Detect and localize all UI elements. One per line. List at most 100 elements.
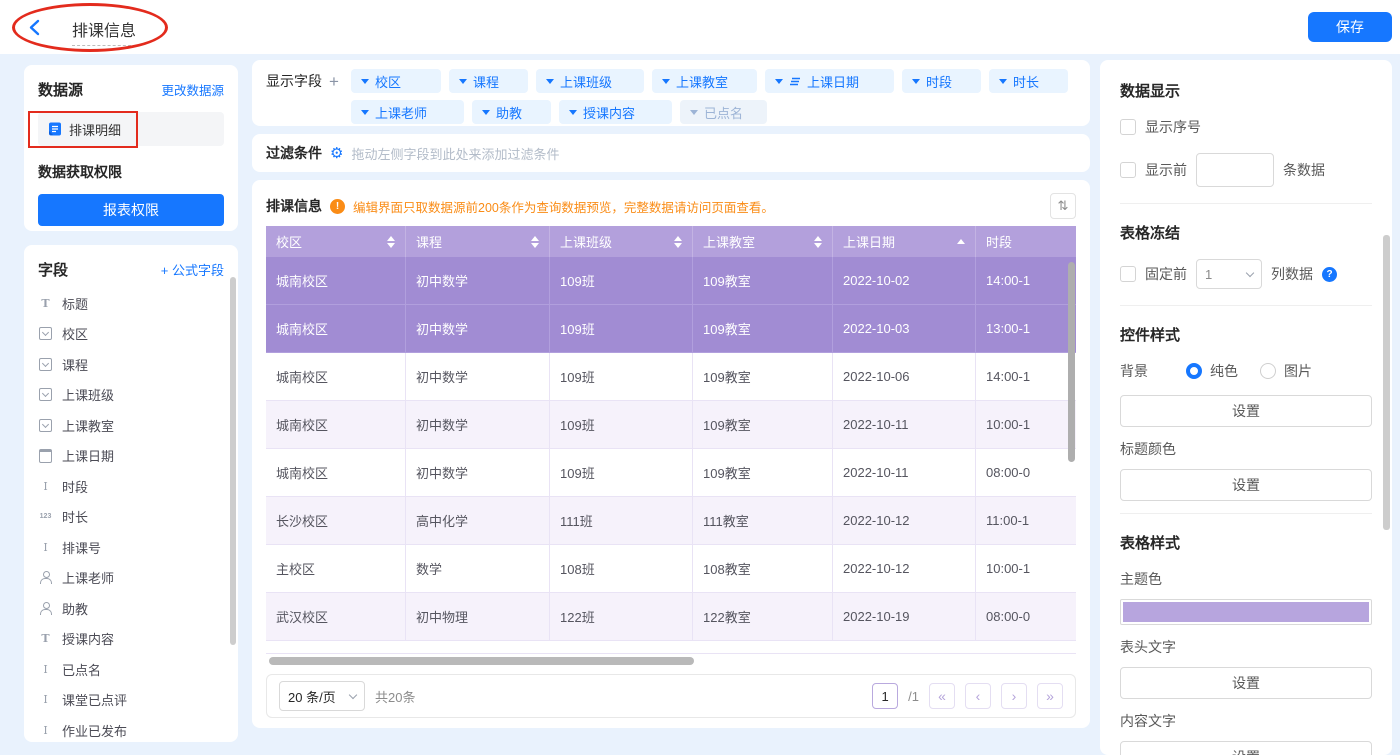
datasource-item[interactable]: 排课明细 [38, 112, 224, 146]
field-item[interactable]: I作业已发布 [38, 715, 224, 742]
display-field-chip[interactable]: 授课内容 [559, 100, 672, 124]
next-page-button[interactable]: › [1001, 683, 1027, 709]
chip-label: 上课老师 [375, 103, 427, 122]
field-item[interactable]: 助教 [38, 593, 224, 624]
field-item[interactable]: 123时长 [38, 502, 224, 533]
pagination-bar: 20 条/页 共20条 1 /1 « ‹ › » [266, 674, 1076, 718]
theme-color-swatch[interactable] [1120, 599, 1372, 625]
chevron-down-icon [912, 79, 920, 84]
filter-bar: 过滤条件 ⚙ 拖动左侧字段到此处来添加过滤条件 [252, 134, 1090, 172]
add-display-field-button[interactable]: + [329, 73, 339, 90]
column-header[interactable]: 上课班级 [550, 226, 693, 257]
display-field-chip[interactable]: 助教 [472, 100, 551, 124]
display-field-chip[interactable]: 时段 [902, 69, 981, 93]
save-button[interactable]: 保存 [1308, 12, 1392, 42]
field-item[interactable]: 课程 [38, 349, 224, 380]
image-radio[interactable] [1260, 363, 1276, 379]
scrollbar-thumb[interactable] [269, 657, 694, 665]
first-page-button[interactable]: « [929, 683, 955, 709]
sort-icon[interactable] [674, 236, 682, 248]
theme-color-label: 主题色 [1120, 569, 1372, 589]
display-field-chip[interactable]: 课程 [449, 69, 528, 93]
column-header[interactable]: 校区 [266, 226, 406, 257]
table-cell: 08:00-0 [976, 449, 1076, 497]
column-label: 上课班级 [560, 232, 612, 251]
last-page-button[interactable]: » [1037, 683, 1063, 709]
show-first-label: 显示前 [1145, 160, 1187, 180]
header-text-set-button[interactable]: 设置 [1120, 667, 1372, 699]
solid-color-radio[interactable] [1186, 363, 1202, 379]
table-row[interactable]: 主校区数学108班108教室2022-10-1210:00-1 [266, 545, 1076, 593]
prev-page-button[interactable]: ‹ [965, 683, 991, 709]
field-item[interactable]: 上课教室 [38, 410, 224, 441]
calendar-field-icon [38, 448, 53, 463]
field-item[interactable]: I课堂已点评 [38, 685, 224, 716]
fields-heading: 字段 [38, 259, 68, 280]
divider [1120, 513, 1372, 514]
field-item[interactable]: 上课日期 [38, 441, 224, 472]
fields-scrollbar[interactable] [230, 277, 236, 645]
content-text-set-button[interactable]: 设置 [1120, 741, 1372, 755]
field-label: 上课老师 [62, 568, 114, 587]
display-field-chip[interactable]: 校区 [351, 69, 441, 93]
field-item[interactable]: T标题 [38, 288, 224, 319]
field-item[interactable]: 校区 [38, 319, 224, 350]
gear-icon[interactable]: ⚙ [330, 146, 343, 161]
show-first-checkbox[interactable] [1120, 162, 1136, 178]
help-icon[interactable]: ? [1322, 267, 1337, 282]
table-cell: 109班 [550, 305, 693, 353]
field-item[interactable]: T授课内容 [38, 624, 224, 655]
field-item[interactable]: 上课老师 [38, 563, 224, 594]
freeze-count-select[interactable]: 1 [1196, 259, 1262, 289]
current-page-box[interactable]: 1 [872, 683, 898, 709]
field-item[interactable]: 上课班级 [38, 380, 224, 411]
field-item[interactable]: I已点名 [38, 654, 224, 685]
column-header[interactable]: 时段 [976, 226, 1076, 257]
sort-icon[interactable] [814, 236, 822, 248]
sort-asc-icon[interactable] [957, 239, 965, 244]
sort-icon[interactable] [387, 236, 395, 248]
background-set-button[interactable]: 设置 [1120, 395, 1372, 427]
display-field-chip[interactable]: 时长 [989, 69, 1068, 93]
table-row[interactable]: 城南校区初中数学109班109教室2022-10-0313:00-1 [266, 305, 1076, 353]
table-cell: 主校区 [266, 545, 406, 593]
show-index-checkbox[interactable] [1120, 119, 1136, 135]
change-datasource-link[interactable]: 更改数据源 [161, 80, 224, 99]
report-permission-button[interactable]: 报表权限 [38, 194, 224, 226]
page-size-select[interactable]: 20 条/页 [279, 681, 365, 711]
panel-scrollbar[interactable] [1383, 235, 1390, 530]
display-field-chip[interactable]: 上课班级 [536, 69, 644, 93]
display-field-chip-sorted[interactable]: 上课日期 [765, 69, 894, 93]
divider [1120, 203, 1372, 204]
add-formula-field-link[interactable]: + 公式字段 [161, 260, 224, 279]
back-icon[interactable] [28, 19, 41, 39]
table-vertical-scrollbar[interactable] [1068, 262, 1075, 462]
column-header[interactable]: 上课教室 [693, 226, 833, 257]
table-row[interactable]: 城南校区初中数学109班109教室2022-10-0214:00-1 [266, 257, 1076, 305]
display-field-chip[interactable]: 上课教室 [652, 69, 757, 93]
title-field-icon: T [38, 296, 53, 311]
title-color-set-button[interactable]: 设置 [1120, 469, 1372, 501]
freeze-columns-checkbox[interactable] [1120, 266, 1136, 282]
table-horizontal-scrollbar[interactable] [266, 657, 1076, 665]
sort-icon[interactable] [531, 236, 539, 248]
field-item[interactable]: I时段 [38, 471, 224, 502]
table-row[interactable]: 武汉校区初中物理122班122教室2022-10-1908:00-0 [266, 593, 1076, 641]
sort-order-button[interactable]: ⇅ [1050, 193, 1076, 219]
column-header[interactable]: 课程 [406, 226, 550, 257]
display-field-chip-disabled[interactable]: 已点名 [680, 100, 767, 124]
table-row[interactable]: 城南校区初中数学109班109教室2022-10-0614:00-1 [266, 353, 1076, 401]
show-index-label: 显示序号 [1145, 117, 1201, 137]
column-header[interactable]: 上课日期 [833, 226, 976, 257]
text-field-icon: I [38, 662, 53, 677]
field-item[interactable]: I排课号 [38, 532, 224, 563]
table-row[interactable]: 长沙校区高中化学111班111教室2022-10-1211:00-1 [266, 497, 1076, 545]
table-cell: 初中数学 [406, 353, 550, 401]
table-cell: 108班 [550, 545, 693, 593]
row-limit-input[interactable] [1196, 153, 1274, 187]
table-cell: 109班 [550, 449, 693, 497]
table-row[interactable]: 城南校区初中数学109班109教室2022-10-1110:00-1 [266, 401, 1076, 449]
table-cell: 2022-10-02 [833, 257, 976, 305]
display-field-chip[interactable]: 上课老师 [351, 100, 464, 124]
table-row[interactable]: 城南校区初中数学109班109教室2022-10-1108:00-0 [266, 449, 1076, 497]
